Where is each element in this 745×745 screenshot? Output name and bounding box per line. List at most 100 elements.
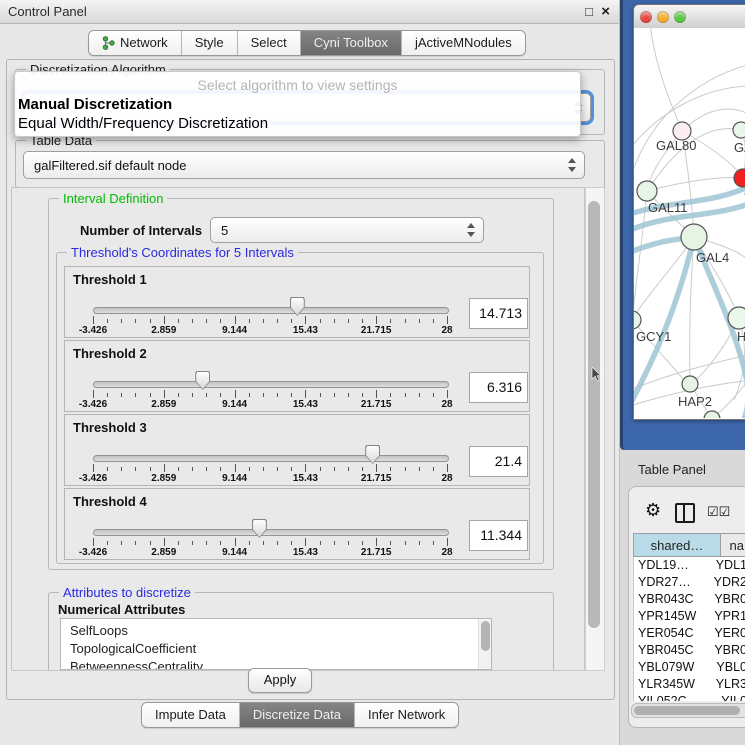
table-cell[interactable]: YLR3 [714,676,745,693]
tab-jactivemnodules[interactable]: jActiveMNodules [402,31,525,55]
slider-tick [419,319,420,323]
list-item[interactable]: BetweennessCentrality [70,659,203,670]
tab-label: Style [195,31,224,55]
table-cell[interactable]: YIL0 [719,693,745,701]
table-cell[interactable]: YBR043C [634,591,712,608]
threshold-value-field[interactable]: 21.4 [469,446,528,477]
table-cell[interactable]: YLR345W [634,676,714,693]
table-cell[interactable]: YER054C [634,625,712,642]
slider-tick-label: 15.43 [293,325,318,336]
close-panel-icon[interactable]: × [601,0,610,23]
dropdown-option-equal-width-frequency[interactable]: Equal Width/Frequency Discretization [18,115,268,132]
slider-tick [220,541,221,545]
network-node-bottom-partial[interactable] [704,411,720,418]
table-row[interactable]: YLR345WYLR3 [634,676,745,693]
slider-track[interactable] [93,381,449,388]
column-header-shared[interactable]: shared… [633,533,720,557]
checkbox-pair-icon[interactable]: ☑☑ [707,504,730,520]
table-cell[interactable]: YBL079W [634,659,714,676]
slider-track[interactable] [93,529,449,536]
network-node-GAL4[interactable] [681,224,707,250]
table-row[interactable]: YPR145WYPR1 [634,608,745,625]
slider-tick [249,393,250,397]
list-item[interactable]: TopologicalCoefficient [70,641,196,656]
table-row[interactable]: YDL19…YDL1 [634,557,745,574]
slider-tick [263,319,264,323]
network-node-GCY1[interactable] [634,311,641,329]
table-cell[interactable]: YBR045C [634,642,712,659]
table-row[interactable]: YER054CYER0 [634,625,745,642]
vertical-scrollbar-thumb[interactable] [588,201,600,628]
table-cell[interactable]: YIL052C [634,693,719,701]
network-node-GAL11[interactable] [637,181,657,201]
traffic-light-minimize-icon[interactable] [657,11,669,23]
apply-button[interactable]: Apply [248,668,312,693]
table-cell[interactable]: YBL0 [714,659,745,676]
tab-impute-data[interactable]: Impute Data [142,703,240,727]
list-scrollbar[interactable] [478,619,491,669]
table-cell[interactable]: YDL1 [714,557,745,574]
gear-icon[interactable]: ⚙ [645,500,661,520]
slider-tick [220,467,221,471]
threshold-value-field[interactable]: 6.316 [469,372,528,403]
slider-tick [277,393,278,397]
table-cell[interactable]: YDR2 [712,574,745,591]
tab-infer-network[interactable]: Infer Network [355,703,458,727]
table-cell[interactable]: YDR27… [634,574,712,591]
slider-track[interactable] [93,455,449,462]
table-data-combobox[interactable]: galFiltered.sif default node [23,151,585,179]
network-node-red[interactable] [734,169,745,187]
table-cell[interactable]: YBR0 [712,642,745,659]
slider-tick [291,393,292,397]
slider-tick-label: 2.859 [151,547,176,558]
table-cell[interactable]: YBR0 [712,591,745,608]
horizontal-scrollbar[interactable] [631,703,745,718]
table-row[interactable]: YBL079WYBL0 [634,659,745,676]
slider-tick [348,319,349,323]
table-cell[interactable]: YER0 [712,625,745,642]
threshold-value-field[interactable]: 11.344 [469,520,528,551]
float-window-icon[interactable]: □ [585,0,593,23]
table-cell[interactable]: YPR1 [712,608,745,625]
slider-tick [107,393,108,397]
split-columns-icon[interactable] [675,503,695,523]
slider-track[interactable] [93,307,449,314]
network-node-right-mid[interactable] [728,307,745,329]
tab-network[interactable]: Network [89,31,182,55]
table-cell[interactable]: YPR145W [634,608,712,625]
stepper-icon [467,223,476,237]
threshold-panel: Threshold 3 -3.4262.8599.14415.4321.7152… [64,414,530,486]
slider-tick [263,541,264,545]
table-cell[interactable]: YDL19… [634,557,714,574]
network-canvas[interactable]: GAL80GACGAL11GAL4GCY1HHAP2 [634,28,745,418]
numerical-attributes-list: SelfLoops TopologicalCoefficient Between… [60,618,492,670]
combobox-value: 5 [221,218,228,242]
traffic-light-close-icon[interactable] [640,11,652,23]
slider-tick [121,319,122,323]
traffic-light-zoom-icon[interactable] [674,11,686,23]
list-scrollbar-thumb[interactable] [481,621,490,651]
dropdown-option-manual-discretization[interactable]: Manual Discretization [18,96,172,113]
column-header-name[interactable]: na [720,533,745,557]
tab-discretize-data[interactable]: Discretize Data [240,703,355,727]
tab-label: Cyni Toolbox [314,31,388,55]
tab-cyni-toolbox[interactable]: Cyni Toolbox [301,31,402,55]
threshold-value-field[interactable]: 14.713 [469,298,528,329]
table-row[interactable]: YBR043CYBR0 [634,591,745,608]
network-node-label: GAL4 [696,250,729,265]
network-node-top-right[interactable] [733,122,745,138]
number-of-intervals-combobox[interactable]: 5 [210,217,484,243]
horizontal-scrollbar-thumb[interactable] [634,706,740,715]
table-row[interactable]: YBR045CYBR0 [634,642,745,659]
slider-tick [405,393,406,397]
tab-style[interactable]: Style [182,31,238,55]
slider-tick [235,464,236,472]
list-item[interactable]: SelfLoops [70,623,128,638]
network-edge [712,374,745,418]
vertical-scrollbar[interactable] [585,187,605,671]
table-row[interactable]: YDR27…YDR2 [634,574,745,591]
network-node-HAP2[interactable] [682,376,698,392]
tab-select[interactable]: Select [238,31,301,55]
slider-tick [150,319,151,323]
table-row[interactable]: YIL052CYIL0 [634,693,745,701]
